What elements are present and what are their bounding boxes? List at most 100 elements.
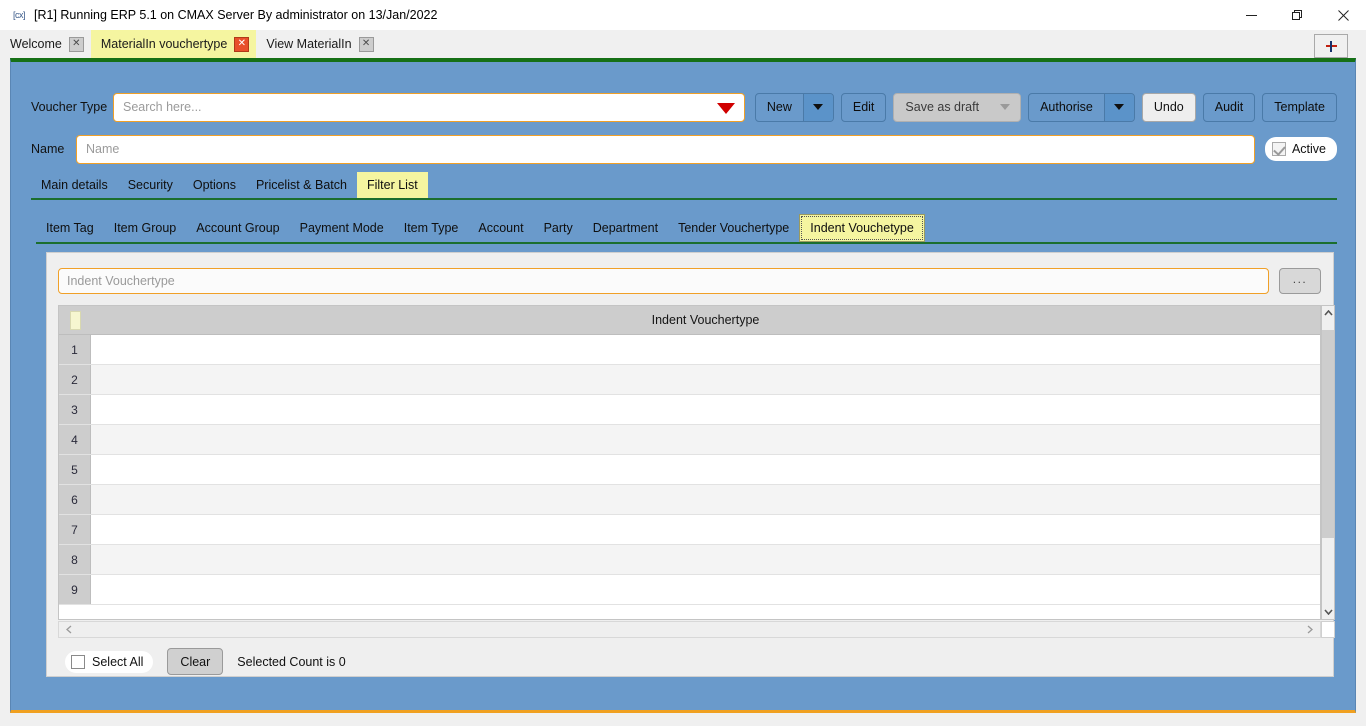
subtab-item-type[interactable]: Item Type [394,214,469,242]
scroll-left-icon[interactable] [64,622,74,637]
grid-footer: Select All Clear Selected Count is 0 [65,648,346,675]
row-cell-value[interactable] [91,575,1320,604]
name-row: Name Active [31,134,1337,164]
tab-materialin-vouchertype[interactable]: MaterialIn vouchertype ✕ [90,30,257,58]
tab-view-materialin[interactable]: View MaterialIn ✕ [256,30,380,58]
vertical-scroll-track[interactable] [1322,320,1334,605]
row-cell-value[interactable] [91,455,1320,484]
new-tab-button[interactable] [1314,34,1348,58]
row-cell-value[interactable] [91,365,1320,394]
voucher-type-row: Voucher Type New Edit Save as draft Auth… [31,92,1337,122]
row-number: 4 [59,425,91,454]
row-number: 8 [59,545,91,574]
row-cell-value[interactable] [91,335,1320,364]
tab-welcome[interactable]: Welcome ✕ [0,30,91,58]
scrollbar-corner [1321,621,1335,638]
table-row[interactable]: 4 [59,425,1320,455]
minimize-icon[interactable] [1228,0,1274,30]
voucher-type-search-input[interactable] [114,93,744,121]
save-as-draft-label: Save as draft [905,100,980,114]
table-row[interactable]: 8 [59,545,1320,575]
subtab-account[interactable]: Account [468,214,533,242]
select-all-group[interactable]: Select All [65,650,154,673]
row-cell-value[interactable] [91,425,1320,454]
indent-vouchertype-search-input[interactable] [59,269,1268,293]
tab-close-icon[interactable]: ✕ [68,36,84,52]
template-button[interactable]: Template [1262,92,1337,122]
table-row[interactable]: 9 [59,575,1320,605]
subtab-indent-vouchetype[interactable]: Indent Vouchetype [799,214,925,242]
table-row[interactable]: 3 [59,395,1320,425]
table-row[interactable]: 2 [59,365,1320,395]
row-cell-value[interactable] [91,515,1320,544]
subtab-tender-vouchertype[interactable]: Tender Vouchertype [668,214,799,242]
window-controls [1228,0,1366,30]
undo-button[interactable]: Undo [1141,92,1196,122]
grid-select-all-corner[interactable] [59,306,91,335]
restore-icon[interactable] [1274,0,1320,30]
template-button-label: Template [1274,100,1325,114]
grid-column-header-indent-vouchertype[interactable]: Indent Vouchertype [91,306,1320,334]
audit-button[interactable]: Audit [1202,92,1256,122]
table-row[interactable]: 6 [59,485,1320,515]
new-dropdown-arrow[interactable] [802,93,833,121]
vertical-scroll-thumb[interactable] [1322,330,1334,538]
scroll-right-icon[interactable] [1305,622,1315,637]
voucher-type-form-panel: Voucher Type New Edit Save as draft Auth… [10,58,1356,713]
edit-button-label: Edit [852,100,875,114]
row-number: 9 [59,575,91,604]
scroll-down-icon[interactable] [1322,605,1334,619]
tab-close-icon[interactable]: ✕ [234,36,250,52]
tab-label: Welcome [10,37,62,51]
subtab-department[interactable]: Department [583,214,668,242]
select-all-checkbox[interactable] [71,654,85,669]
window-titlebar: [cx] [R1] Running ERP 5.1 on CMAX Server… [0,0,1366,30]
browse-button[interactable]: ... [1279,268,1321,294]
subtab-payment-mode[interactable]: Payment Mode [290,214,394,242]
row-cell-value[interactable] [91,395,1320,424]
name-field-box[interactable] [76,134,1255,164]
edit-button[interactable]: Edit [840,92,887,122]
authorise-button-label: Authorise [1040,100,1093,114]
row-number: 5 [59,455,91,484]
table-row[interactable]: 7 [59,515,1320,545]
voucher-type-search-box[interactable] [113,92,745,122]
subtab-party[interactable]: Party [534,214,583,242]
name-input[interactable] [77,135,1254,163]
subtab-item-tag[interactable]: Item Tag [36,214,104,242]
authorise-dropdown-arrow[interactable] [1103,93,1134,121]
subtab-account-group[interactable]: Account Group [186,214,289,242]
audit-button-label: Audit [1214,100,1244,114]
active-checkbox[interactable] [1271,142,1286,156]
grid-vertical-scrollbar[interactable] [1321,305,1335,620]
indent-vouchertype-search-box[interactable] [58,268,1269,294]
row-number: 3 [59,395,91,424]
grid-horizontal-scrollbar[interactable] [58,621,1321,638]
new-tab-area [1314,30,1366,58]
active-checkbox-group[interactable]: Active [1264,137,1337,161]
dropdown-caret-icon[interactable] [716,103,735,114]
table-row[interactable]: 1 [59,335,1320,365]
table-row[interactable]: 5 [59,455,1320,485]
row-cell-value[interactable] [91,545,1320,574]
tab-main-details[interactable]: Main details [31,172,118,198]
tab-pricelist-batch[interactable]: Pricelist & Batch [246,172,357,198]
clear-button[interactable]: Clear [167,648,224,675]
row-number: 7 [59,515,91,544]
tab-close-icon[interactable]: ✕ [358,36,374,52]
save-as-draft-button: Save as draft [893,92,1022,122]
tab-security[interactable]: Security [118,172,183,198]
action-toolbar: New Edit Save as draft Authorise Undo Au… [754,92,1337,122]
tab-filter-list[interactable]: Filter List [356,172,428,198]
new-button[interactable]: New [754,92,834,122]
name-label: Name [31,142,65,156]
window-title: [R1] Running ERP 5.1 on CMAX Server By a… [34,8,438,22]
document-tab-strip: Welcome ✕ MaterialIn vouchertype ✕ View … [0,30,1366,58]
tab-options[interactable]: Options [183,172,246,198]
authorise-button[interactable]: Authorise [1028,92,1135,122]
scroll-up-icon[interactable] [1322,306,1334,320]
row-cell-value[interactable] [91,485,1320,514]
subtab-item-group[interactable]: Item Group [104,214,187,242]
close-icon[interactable] [1320,0,1366,30]
save-as-draft-dropdown-arrow [990,93,1021,121]
